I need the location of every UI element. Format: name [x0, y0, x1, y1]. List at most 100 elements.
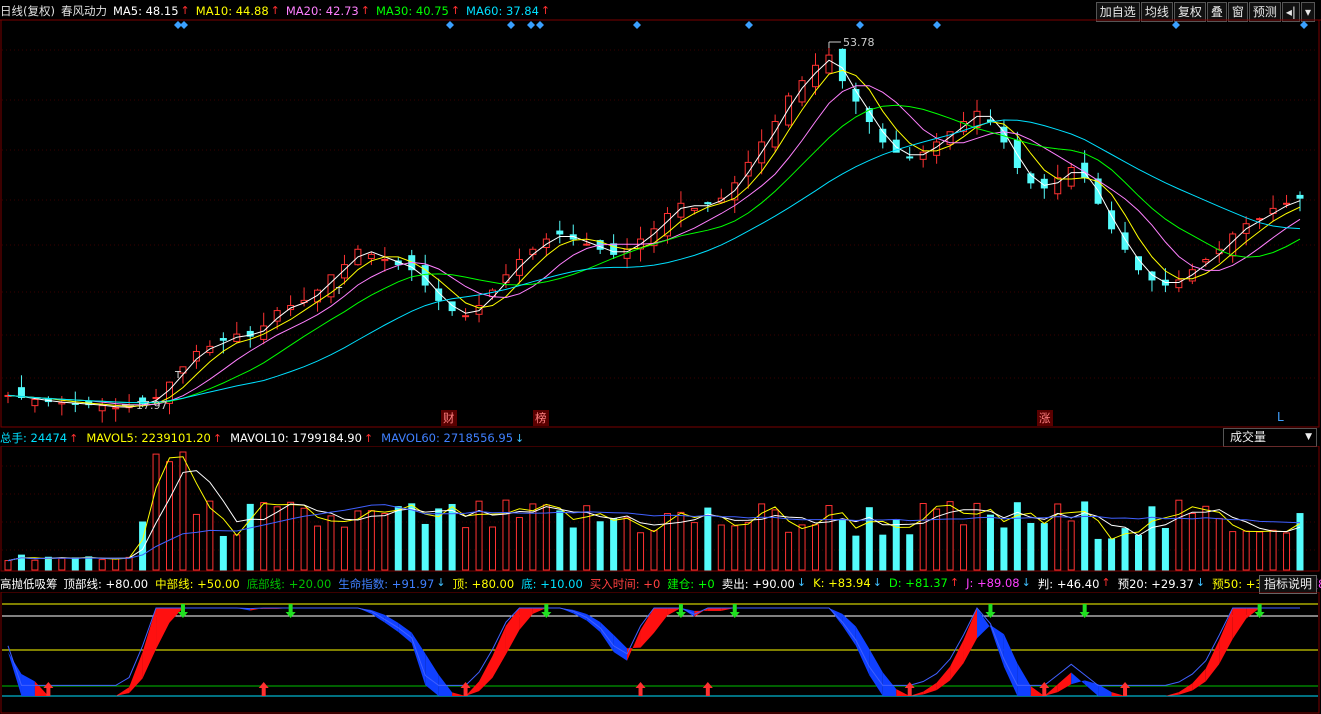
volume-bar[interactable]: [1203, 506, 1209, 570]
signal-diamond-icon[interactable]: [527, 21, 535, 29]
signal-diamond-icon[interactable]: [180, 21, 188, 29]
volume-bar[interactable]: [207, 501, 213, 570]
volume-bar[interactable]: [99, 560, 105, 570]
volume-bar[interactable]: [1297, 514, 1303, 570]
candle[interactable]: [1270, 195, 1276, 220]
candle[interactable]: [651, 221, 657, 253]
signal-diamond-icon[interactable]: [446, 21, 454, 29]
volume-bar[interactable]: [32, 560, 38, 570]
volume-bar[interactable]: [1176, 500, 1182, 570]
volume-bar[interactable]: [301, 508, 307, 570]
event-tag[interactable]: 涨: [1037, 410, 1053, 426]
candle[interactable]: [422, 255, 428, 293]
candle[interactable]: [664, 207, 670, 244]
volume-bar[interactable]: [382, 514, 388, 570]
candle[interactable]: [382, 247, 388, 272]
volume-bar[interactable]: [570, 528, 576, 570]
volume-bar[interactable]: [557, 511, 563, 570]
candle[interactable]: [732, 176, 738, 213]
candle[interactable]: [126, 394, 132, 412]
volume-bar[interactable]: [341, 527, 347, 570]
indicator-chart[interactable]: [0, 592, 1321, 714]
signal-diamond-icon[interactable]: [933, 21, 941, 29]
candle[interactable]: [463, 308, 469, 321]
candle[interactable]: [570, 225, 576, 246]
candle[interactable]: [395, 257, 401, 269]
candle[interactable]: [678, 191, 684, 227]
candle[interactable]: [368, 252, 374, 265]
volume-bar[interactable]: [1284, 533, 1290, 570]
buy-arrow-icon[interactable]: [636, 682, 646, 696]
volume-bar[interactable]: [987, 515, 993, 570]
candle[interactable]: [516, 249, 522, 284]
volume-bar[interactable]: [422, 524, 428, 570]
signal-diamond-icon[interactable]: [633, 21, 641, 29]
candle[interactable]: [557, 221, 563, 244]
volume-bar[interactable]: [1230, 532, 1236, 570]
volume-bar[interactable]: [490, 527, 496, 570]
volume-bar[interactable]: [261, 503, 267, 570]
volume-chart[interactable]: [0, 446, 1321, 572]
volume-bar[interactable]: [1189, 513, 1195, 570]
volume-bar[interactable]: [1216, 518, 1222, 570]
candle[interactable]: [247, 326, 253, 348]
candle[interactable]: [920, 145, 926, 167]
volume-bar[interactable]: [328, 516, 334, 570]
volume-bar[interactable]: [193, 514, 199, 570]
volume-bar[interactable]: [167, 462, 173, 570]
volume-bar[interactable]: [234, 535, 240, 570]
volume-bar[interactable]: [1270, 530, 1276, 570]
candle[interactable]: [355, 245, 361, 265]
signal-diamond-icon[interactable]: [856, 21, 864, 29]
volume-bar[interactable]: [274, 507, 280, 570]
signal-diamond-icon[interactable]: [507, 21, 515, 29]
volume-bar[interactable]: [72, 558, 78, 570]
volume-bar[interactable]: [718, 525, 724, 570]
volume-bar[interactable]: [691, 523, 697, 570]
volume-bar[interactable]: [1068, 521, 1074, 570]
volume-bar[interactable]: [86, 557, 92, 570]
candle[interactable]: [5, 392, 11, 403]
candle[interactable]: [1068, 163, 1074, 190]
volume-bar[interactable]: [153, 454, 159, 570]
candle[interactable]: [1055, 165, 1061, 200]
volume-bar[interactable]: [436, 509, 442, 570]
buy-arrow-icon[interactable]: [703, 682, 713, 696]
candle[interactable]: [1230, 232, 1236, 263]
buy-arrow-icon[interactable]: [259, 682, 269, 696]
volume-bar[interactable]: [368, 511, 374, 570]
volume-bar[interactable]: [315, 526, 321, 570]
volume-bar[interactable]: [1149, 507, 1155, 570]
candle[interactable]: [772, 115, 778, 152]
volume-bar[interactable]: [678, 512, 684, 570]
volume-bar[interactable]: [853, 536, 859, 570]
signal-diamond-icon[interactable]: [1300, 21, 1308, 29]
signal-diamond-icon[interactable]: [536, 21, 544, 29]
volume-bar[interactable]: [288, 502, 294, 570]
candle[interactable]: [328, 275, 334, 303]
volume-bar[interactable]: [503, 500, 509, 570]
signal-diamond-icon[interactable]: [745, 21, 753, 29]
candle[interactable]: [1095, 173, 1101, 205]
volume-bar[interactable]: [624, 518, 630, 570]
price-chart[interactable]: 53.7817.97TTL: [0, 0, 1321, 428]
volume-bar[interactable]: [1257, 532, 1263, 570]
candle[interactable]: [1203, 258, 1209, 267]
volume-bar[interactable]: [705, 508, 711, 570]
buy-arrow-icon[interactable]: [1120, 682, 1130, 696]
volume-bar[interactable]: [449, 504, 455, 570]
volume-bar[interactable]: [611, 519, 617, 570]
candle[interactable]: [1028, 171, 1034, 188]
volume-bar[interactable]: [516, 518, 522, 570]
volume-bar[interactable]: [1162, 528, 1168, 570]
volume-bar[interactable]: [1001, 528, 1007, 570]
volume-bar[interactable]: [732, 526, 738, 570]
volume-bar[interactable]: [1136, 535, 1142, 570]
volume-bar[interactable]: [1109, 539, 1115, 570]
candle[interactable]: [288, 295, 294, 316]
candle[interactable]: [45, 396, 51, 406]
volume-bar[interactable]: [880, 535, 886, 570]
candle[interactable]: [32, 398, 38, 412]
volume-bar[interactable]: [530, 504, 536, 570]
volume-indicator-dropdown[interactable]: 成交量 ▼: [1223, 428, 1317, 447]
